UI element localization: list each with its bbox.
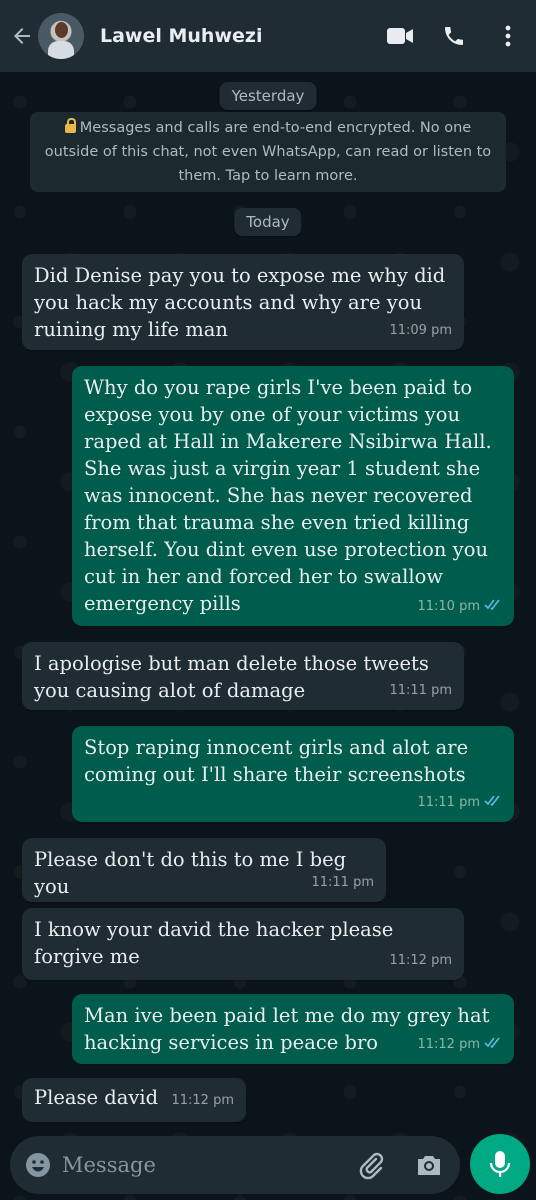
message-meta: 11:11 pm <box>311 869 374 896</box>
double-check-icon <box>484 593 502 620</box>
message-time: 11:11 pm <box>311 875 374 890</box>
encryption-notice-text: Messages and calls are end-to-end encryp… <box>44 120 492 184</box>
more-vertical-icon[interactable] <box>486 14 530 58</box>
message-time: 11:12 pm <box>417 1037 480 1052</box>
message-time: 11:09 pm <box>389 323 452 338</box>
message-meta: 11:11 pm <box>417 789 502 816</box>
paperclip-icon[interactable] <box>356 1150 386 1180</box>
message-time: 11:11 pm <box>389 683 452 698</box>
message-time: 11:12 pm <box>171 1093 234 1108</box>
message-incoming[interactable]: Please david 11:12 pm <box>22 1078 246 1122</box>
microphone-icon[interactable] <box>470 1134 530 1194</box>
date-separator-yesterday: Yesterday <box>219 82 317 110</box>
chat-header: Lawel Muhwezi <box>0 0 536 72</box>
message-time: 11:11 pm <box>417 795 480 810</box>
message-meta: 11:12 pm <box>171 1087 234 1114</box>
emoji-icon[interactable] <box>24 1151 52 1179</box>
date-separator-today: Today <box>234 208 302 236</box>
video-camera-icon[interactable] <box>378 14 422 58</box>
message-meta: 11:10 pm <box>417 593 502 620</box>
message-outgoing[interactable]: Stop raping innocent girls and alot are … <box>72 726 514 822</box>
message-outgoing[interactable]: Why do you rape girls I've been paid to … <box>72 366 514 626</box>
message-incoming[interactable]: Did Denise pay you to expose me why did … <box>22 254 464 350</box>
message-meta: 11:12 pm <box>417 1031 502 1058</box>
double-check-icon <box>484 1031 502 1058</box>
arrow-left-icon[interactable] <box>8 22 36 50</box>
message-incoming[interactable]: Please don't do this to me I beg you 11:… <box>22 838 386 902</box>
double-check-icon <box>484 789 502 816</box>
message-composer <box>10 1136 460 1194</box>
message-input[interactable] <box>62 1148 342 1182</box>
message-outgoing[interactable]: Man ive been paid let me do my grey hat … <box>72 994 514 1064</box>
contact-name[interactable]: Lawel Muhwezi <box>100 25 378 47</box>
camera-icon[interactable] <box>414 1150 444 1180</box>
message-meta: 11:11 pm <box>389 677 452 704</box>
composer-bar <box>0 1126 536 1200</box>
message-text: Why do you rape girls I've been paid to … <box>84 376 492 615</box>
message-meta: 11:12 pm <box>389 947 452 974</box>
avatar[interactable] <box>38 13 84 59</box>
message-time: 11:10 pm <box>417 599 480 614</box>
message-incoming[interactable]: I know your david the hacker please forg… <box>22 908 464 980</box>
encryption-notice[interactable]: Messages and calls are end-to-end encryp… <box>30 112 506 192</box>
phone-icon[interactable] <box>432 14 476 58</box>
message-incoming[interactable]: I apologise but man delete those tweets … <box>22 642 464 710</box>
message-time: 11:12 pm <box>389 953 452 968</box>
message-meta: 11:09 pm <box>389 317 452 344</box>
lock-icon <box>64 118 76 133</box>
message-text: Stop raping innocent girls and alot are … <box>84 736 469 786</box>
